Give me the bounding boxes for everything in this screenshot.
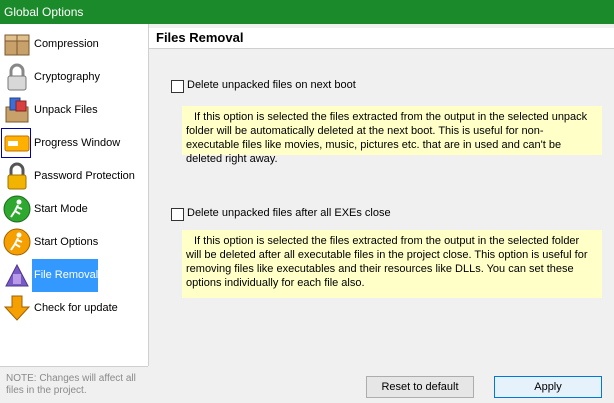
box-icon (2, 29, 32, 59)
sidebar-item-label: Compression (34, 38, 99, 50)
main-panel: Files Removal Delete unpacked files on n… (149, 24, 614, 366)
sidebar-item-compression[interactable]: Compression (0, 28, 148, 61)
update-arrow-icon (2, 293, 32, 323)
sidebar-item-label: File Removal (32, 259, 98, 292)
description-text: If this option is selected the files ext… (186, 235, 588, 289)
note-text: NOTE: Changes will affect all files in t… (6, 373, 136, 396)
sidebar-item-label: Check for update (34, 302, 118, 314)
sidebar-item-start-mode[interactable]: Start Mode (0, 193, 148, 226)
sidebar: Compression Cryptography Unpack Files Pr… (0, 24, 149, 366)
reset-to-default-button[interactable]: Reset to default (366, 376, 474, 398)
sidebar-item-file-removal[interactable]: File Removal (0, 259, 148, 292)
delete-after-exes-close-checkbox[interactable] (171, 208, 184, 221)
title-bar[interactable]: Global Options (0, 0, 614, 24)
sidebar-item-check-for-update[interactable]: Check for update (0, 292, 148, 325)
runner-options-icon (2, 227, 32, 257)
sidebar-item-label: Cryptography (34, 71, 101, 83)
sidebar-item-label: Start Mode (34, 203, 88, 215)
button-bar: Reset to default Apply (149, 366, 614, 402)
section-title: Files Removal (156, 30, 244, 45)
delete-on-boot-description: If this option is selected the files ext… (182, 106, 602, 165)
padlock-icon (2, 62, 32, 92)
description-text: If this option is selected the files ext… (186, 111, 588, 165)
sidebar-item-cryptography[interactable]: Cryptography (0, 61, 148, 94)
delete-after-exes-close-label[interactable]: Delete unpacked files after all EXEs clo… (187, 207, 391, 219)
sidebar-item-password-protection[interactable]: Password Protection (0, 160, 148, 193)
note-area: NOTE: Changes will affect all files in t… (0, 366, 148, 403)
sidebar-item-progress-window[interactable]: Progress Window (0, 127, 148, 160)
sidebar-item-unpack-files[interactable]: Unpack Files (0, 94, 148, 127)
sidebar-item-label: Password Protection (34, 170, 135, 182)
sidebar-item-label: Unpack Files (34, 104, 98, 116)
sidebar-item-label: Start Options (34, 236, 99, 248)
focus-rectangle (1, 128, 31, 158)
apply-button[interactable]: Apply (494, 376, 602, 398)
section-header: Files Removal (149, 28, 614, 49)
sidebar-item-label: Progress Window (34, 137, 121, 149)
file-removal-icon (2, 260, 32, 290)
window-title: Global Options (4, 5, 84, 19)
delete-on-boot-label[interactable]: Delete unpacked files on next boot (187, 79, 356, 91)
sidebar-item-start-options[interactable]: Start Options (0, 226, 148, 259)
global-options-window: Global Options Compression Cryptography … (0, 0, 614, 402)
delete-on-boot-checkbox[interactable] (171, 80, 184, 93)
unpack-box-icon (2, 95, 32, 125)
runner-icon (2, 194, 32, 224)
delete-after-exes-close-description: If this option is selected the files ext… (182, 230, 602, 298)
lock-icon (2, 161, 32, 191)
